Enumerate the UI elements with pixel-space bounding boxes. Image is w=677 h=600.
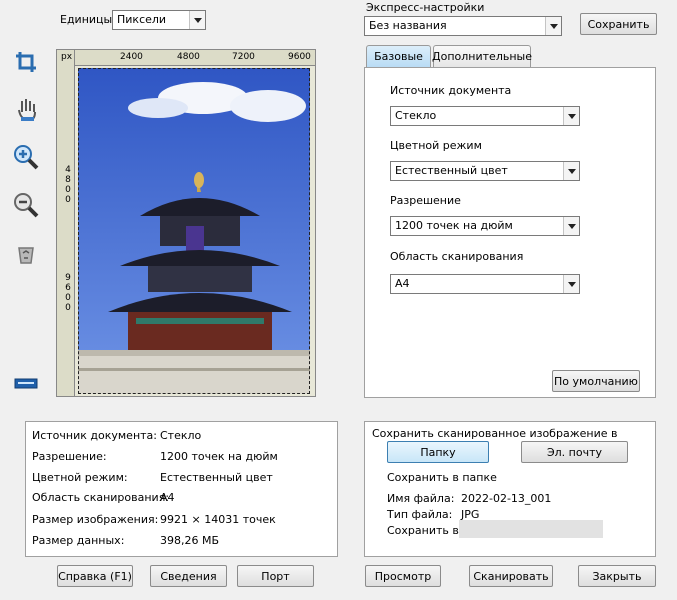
zoom-in-icon[interactable] (12, 143, 40, 171)
resolution-select[interactable]: 1200 точек на дюйм (390, 216, 580, 236)
save-title: Сохранить сканированное изображение в (372, 427, 618, 440)
folder-button[interactable]: Папку (387, 441, 489, 463)
tab-advanced[interactable]: Дополнительные (432, 45, 532, 67)
info-value: Естественный цвет (160, 471, 273, 484)
chevron-down-icon (563, 107, 579, 125)
source-select-value: Стекло (395, 109, 437, 122)
save-preset-button[interactable]: Сохранить (580, 13, 657, 35)
chevron-down-icon (563, 162, 579, 180)
chevron-down-icon (545, 17, 561, 35)
filename-value: 2022-02-13_001 (461, 492, 552, 505)
info-label: Разрешение: (32, 450, 107, 463)
info-label: Размер данных: (32, 534, 125, 547)
info-label: Источник документа: (32, 429, 157, 442)
color-mode-select[interactable]: Естественный цвет (390, 161, 580, 181)
email-button[interactable]: Эл. почту (521, 441, 628, 463)
resolution-label: Разрешение (390, 194, 461, 207)
port-button[interactable]: Порт (237, 565, 314, 587)
info-value: Стекло (160, 429, 202, 442)
info-value: A4 (160, 491, 175, 504)
recycle-bin-icon[interactable] (12, 240, 40, 268)
hand-icon[interactable] (12, 95, 40, 123)
units-select-value: Пиксели (117, 13, 167, 26)
units-label: Единицы (60, 13, 113, 26)
preset-select[interactable]: Без названия (364, 16, 562, 36)
ruler-tick: 4800 (65, 165, 71, 205)
scan-button[interactable]: Сканировать (469, 565, 553, 587)
info-value: 9921 × 14031 точек (160, 513, 276, 526)
ruler-unit: px (61, 52, 73, 62)
preview-button[interactable]: Просмотр (365, 565, 441, 587)
saveto-path (459, 520, 603, 538)
about-button[interactable]: Сведения (150, 565, 227, 587)
ruler-tick: 4800 (177, 52, 200, 62)
help-button[interactable]: Справка (F1) (57, 565, 133, 587)
chevron-down-icon (563, 217, 579, 235)
units-select[interactable]: Пиксели (112, 10, 206, 30)
filetype-label: Тип файла: (387, 508, 453, 521)
info-value: 398,26 МБ (160, 534, 220, 547)
ruler-tick: 7200 (232, 52, 255, 62)
scanner-icon[interactable] (12, 370, 40, 398)
info-label: Область сканирования: (32, 491, 170, 504)
folder-heading: Сохранить в папке (387, 471, 497, 484)
crop-icon[interactable] (12, 48, 40, 76)
source-label: Источник документа (390, 84, 512, 97)
scan-area-label: Область сканирования (390, 250, 524, 263)
resolution-select-value: 1200 точек на дюйм (395, 219, 513, 232)
preset-select-value: Без названия (369, 19, 447, 32)
source-select[interactable]: Стекло (390, 106, 580, 126)
ruler-tick: 9600 (288, 52, 311, 62)
vertical-ruler (57, 50, 75, 396)
scan-area-select-value: A4 (395, 277, 410, 290)
chevron-down-icon (189, 11, 205, 29)
color-mode-label: Цветной режим (390, 139, 482, 152)
zoom-out-icon[interactable] (12, 191, 40, 219)
default-button[interactable]: По умолчанию (552, 370, 640, 392)
info-label: Размер изображения: (32, 513, 159, 526)
ruler-tick: 9600 (65, 273, 71, 313)
saveto-label: Сохранить в: (387, 524, 463, 537)
info-label: Цветной режим: (32, 471, 128, 484)
close-button[interactable]: Закрыть (578, 565, 656, 587)
tab-basic[interactable]: Базовые (366, 45, 431, 67)
scan-area-frame[interactable] (78, 68, 310, 394)
color-mode-select-value: Естественный цвет (395, 164, 508, 177)
chevron-down-icon (563, 275, 579, 293)
filename-label: Имя файла: (387, 492, 455, 505)
preset-label: Экспресс-настройки (366, 1, 485, 14)
scan-area-select[interactable]: A4 (390, 274, 580, 294)
info-value: 1200 точек на дюйм (160, 450, 278, 463)
ruler-tick: 2400 (120, 52, 143, 62)
